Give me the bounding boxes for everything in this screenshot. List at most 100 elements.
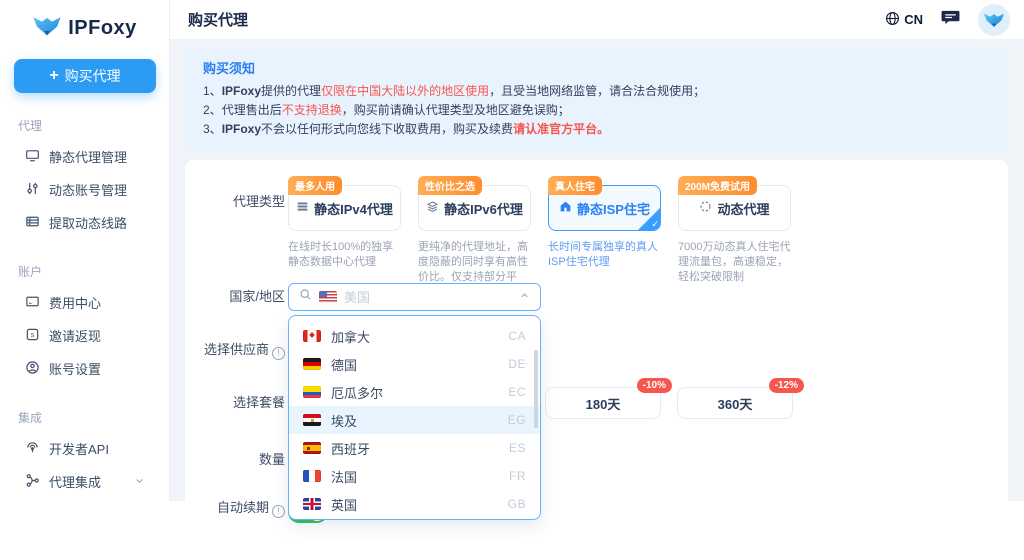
sidebar-item-static-proxy[interactable]: 静态代理管理 bbox=[0, 140, 169, 173]
sidebar-item-label: 静态代理管理 bbox=[49, 147, 127, 166]
package-option-360[interactable]: 360天 -12% bbox=[677, 387, 793, 419]
discount-badge: -10% bbox=[637, 378, 672, 393]
sidebar-item-account-settings[interactable]: 账号设置 bbox=[0, 352, 169, 385]
sidebar-item-dynamic-accounts[interactable]: 动态账号管理 bbox=[0, 173, 169, 206]
sidebar-section-integration: 集成 bbox=[18, 409, 169, 426]
proxy-type-cards: 最多人用 静态IPv4代理 在线时长100%的独享静态数据中心代理 性价比之选 … bbox=[288, 175, 791, 300]
integration-icon bbox=[25, 473, 40, 491]
country-option-france[interactable]: 法国FR bbox=[289, 462, 540, 490]
sidebar-item-proxy-integration[interactable]: 代理集成 bbox=[0, 465, 169, 498]
plus-icon: + bbox=[49, 67, 58, 85]
country-option-germany[interactable]: 德国DE bbox=[289, 350, 540, 378]
proxy-type-card-dynamic[interactable]: 200M免费试用 动态代理 7000万动态真人住宅代理流量包，高速稳定，轻松突破… bbox=[678, 175, 791, 300]
sidebar-item-extract-lines[interactable]: 提取动态线路 bbox=[0, 206, 169, 239]
package-option-180[interactable]: 180天 -10% bbox=[545, 387, 661, 419]
user-icon bbox=[25, 360, 40, 378]
flag-spain-icon bbox=[303, 442, 321, 454]
cashback-icon: s bbox=[25, 327, 40, 345]
flag-us-icon bbox=[319, 291, 337, 303]
proxy-type-name: 静态IPv4代理 bbox=[314, 199, 393, 218]
badge-most-popular: 最多人用 bbox=[288, 176, 342, 195]
flag-uk-icon bbox=[303, 498, 321, 510]
proxy-type-name: 静态ISP住宅 bbox=[577, 199, 650, 218]
notice-line-2: 2、代理售出后不支持退换，购买前请确认代理类型及地区避免误购； bbox=[203, 101, 990, 120]
user-avatar[interactable] bbox=[978, 4, 1010, 36]
notice-line-1: 1、IPFoxy提供的代理仅限在中国大陆以外的地区使用，且受当地网络监管，请合法… bbox=[203, 82, 990, 101]
sliders-icon bbox=[25, 181, 40, 199]
country-option-spain[interactable]: 西班牙ES bbox=[289, 434, 540, 462]
badge-best-value: 性价比之选 bbox=[418, 176, 482, 195]
country-search-field[interactable] bbox=[344, 290, 512, 305]
country-label: 国家/地区 bbox=[185, 287, 285, 307]
buy-proxy-button[interactable]: + 购买代理 bbox=[14, 59, 156, 93]
sidebar-item-label: 开发者API bbox=[49, 439, 109, 458]
house-icon bbox=[559, 200, 572, 216]
top-header: 购买代理 CN bbox=[170, 0, 1024, 40]
chevron-up-icon bbox=[519, 288, 530, 306]
monitor-icon bbox=[25, 148, 40, 166]
sidebar-section-account: 账户 bbox=[18, 263, 169, 280]
language-label: CN bbox=[904, 12, 923, 27]
supplier-label: 选择供应商! bbox=[185, 340, 285, 360]
flag-egypt-icon bbox=[303, 414, 321, 426]
sidebar-item-label: 邀请返现 bbox=[49, 326, 101, 345]
country-select-input[interactable] bbox=[288, 283, 541, 311]
language-switcher[interactable]: CN bbox=[885, 11, 923, 29]
package-label: 选择套餐 bbox=[185, 393, 285, 413]
sidebar-section-proxy: 代理 bbox=[18, 117, 169, 134]
country-option-canada[interactable]: 加拿大CA bbox=[289, 322, 540, 350]
proxy-type-label: 代理类型 bbox=[185, 192, 285, 212]
info-icon[interactable]: ! bbox=[272, 505, 285, 518]
messages-button[interactable] bbox=[941, 9, 960, 31]
brand-logo[interactable]: IPFoxy bbox=[0, 14, 169, 43]
flag-ecuador-icon bbox=[303, 386, 321, 398]
sidebar-item-label: 动态账号管理 bbox=[49, 180, 127, 199]
page-title: 购买代理 bbox=[188, 9, 248, 30]
package-options: 180天 -10% 360天 -12% bbox=[545, 387, 793, 419]
brand-name: IPFoxy bbox=[68, 17, 137, 40]
purchase-form-panel: 代理类型 最多人用 静态IPv4代理 在线时长100%的独享静态数据中心代理 性… bbox=[185, 160, 1008, 560]
notice-title: 购买须知 bbox=[203, 58, 990, 77]
sidebar-item-developer-api[interactable]: 开发者API bbox=[0, 432, 169, 465]
autorenew-label: 自动续期! bbox=[185, 498, 285, 518]
selected-check-icon: ✓ bbox=[651, 219, 659, 230]
ipv6-layers-icon bbox=[426, 200, 439, 216]
sidebar-item-label: 提取动态线路 bbox=[49, 213, 127, 232]
sidebar-item-label: 费用中心 bbox=[49, 293, 101, 312]
proxy-type-card-ipv6[interactable]: 性价比之选 静态IPv6代理 更纯净的代理地址，高度隐蔽的同时享有高性价比。仅支… bbox=[418, 175, 531, 300]
flag-germany-icon bbox=[303, 358, 321, 370]
proxy-type-card-isp[interactable]: 真人住宅 静态ISP住宅 ✓ 长时间专属独享的真人ISP住宅代理 bbox=[548, 175, 661, 300]
flag-france-icon bbox=[303, 470, 321, 482]
sidebar-item-referral[interactable]: s 邀请返现 bbox=[0, 319, 169, 352]
country-option-egypt[interactable]: 埃及EG bbox=[289, 406, 540, 434]
info-icon[interactable]: ! bbox=[272, 347, 285, 360]
chevron-down-icon bbox=[134, 474, 145, 489]
svg-text:s: s bbox=[31, 332, 35, 339]
country-dropdown: 加拿大CA 德国DE 厄瓜多尔EC 埃及EG 西班牙ES 法国FR 英国GB bbox=[288, 315, 541, 520]
dropdown-scrollbar[interactable] bbox=[534, 350, 538, 428]
main-content: 购买须知 1、IPFoxy提供的代理仅限在中国大陆以外的地区使用，且受当地网络监… bbox=[170, 40, 1024, 501]
proxy-type-name: 动态代理 bbox=[717, 199, 769, 218]
badge-real-residential: 真人住宅 bbox=[548, 176, 602, 195]
proxy-type-card-ipv4[interactable]: 最多人用 静态IPv4代理 在线时长100%的独享静态数据中心代理 bbox=[288, 175, 401, 300]
badge-free-trial: 200M免费试用 bbox=[678, 176, 757, 195]
fox-logo-icon bbox=[32, 14, 62, 43]
proxy-type-desc: 长时间专属独享的真人ISP住宅代理 bbox=[548, 240, 661, 270]
billing-card-icon bbox=[25, 294, 40, 312]
country-option-uk[interactable]: 英国GB bbox=[289, 490, 540, 518]
flag-canada-icon bbox=[303, 330, 321, 342]
sidebar-item-label: 代理集成 bbox=[49, 472, 101, 491]
refresh-icon bbox=[699, 200, 712, 216]
purchase-notice: 购买须知 1、IPFoxy提供的代理仅限在中国大陆以外的地区使用，且受当地网络监… bbox=[185, 48, 1008, 150]
search-icon bbox=[299, 288, 312, 306]
api-broadcast-icon bbox=[25, 440, 40, 458]
sidebar-item-billing[interactable]: 费用中心 bbox=[0, 286, 169, 319]
sidebar: IPFoxy + 购买代理 代理 静态代理管理 动态账号管理 提取动态线路 账户… bbox=[0, 0, 170, 501]
notice-line-3: 3、IPFoxy不会以任何形式向您线下收取费用，购买及续费请认准官方平台。 bbox=[203, 120, 990, 139]
package-name: 180天 bbox=[586, 394, 621, 413]
proxy-type-name: 静态IPv6代理 bbox=[444, 199, 523, 218]
buy-proxy-label: 购买代理 bbox=[65, 66, 121, 86]
package-name: 360天 bbox=[718, 394, 753, 413]
server-icon bbox=[25, 214, 40, 232]
country-option-ecuador[interactable]: 厄瓜多尔EC bbox=[289, 378, 540, 406]
